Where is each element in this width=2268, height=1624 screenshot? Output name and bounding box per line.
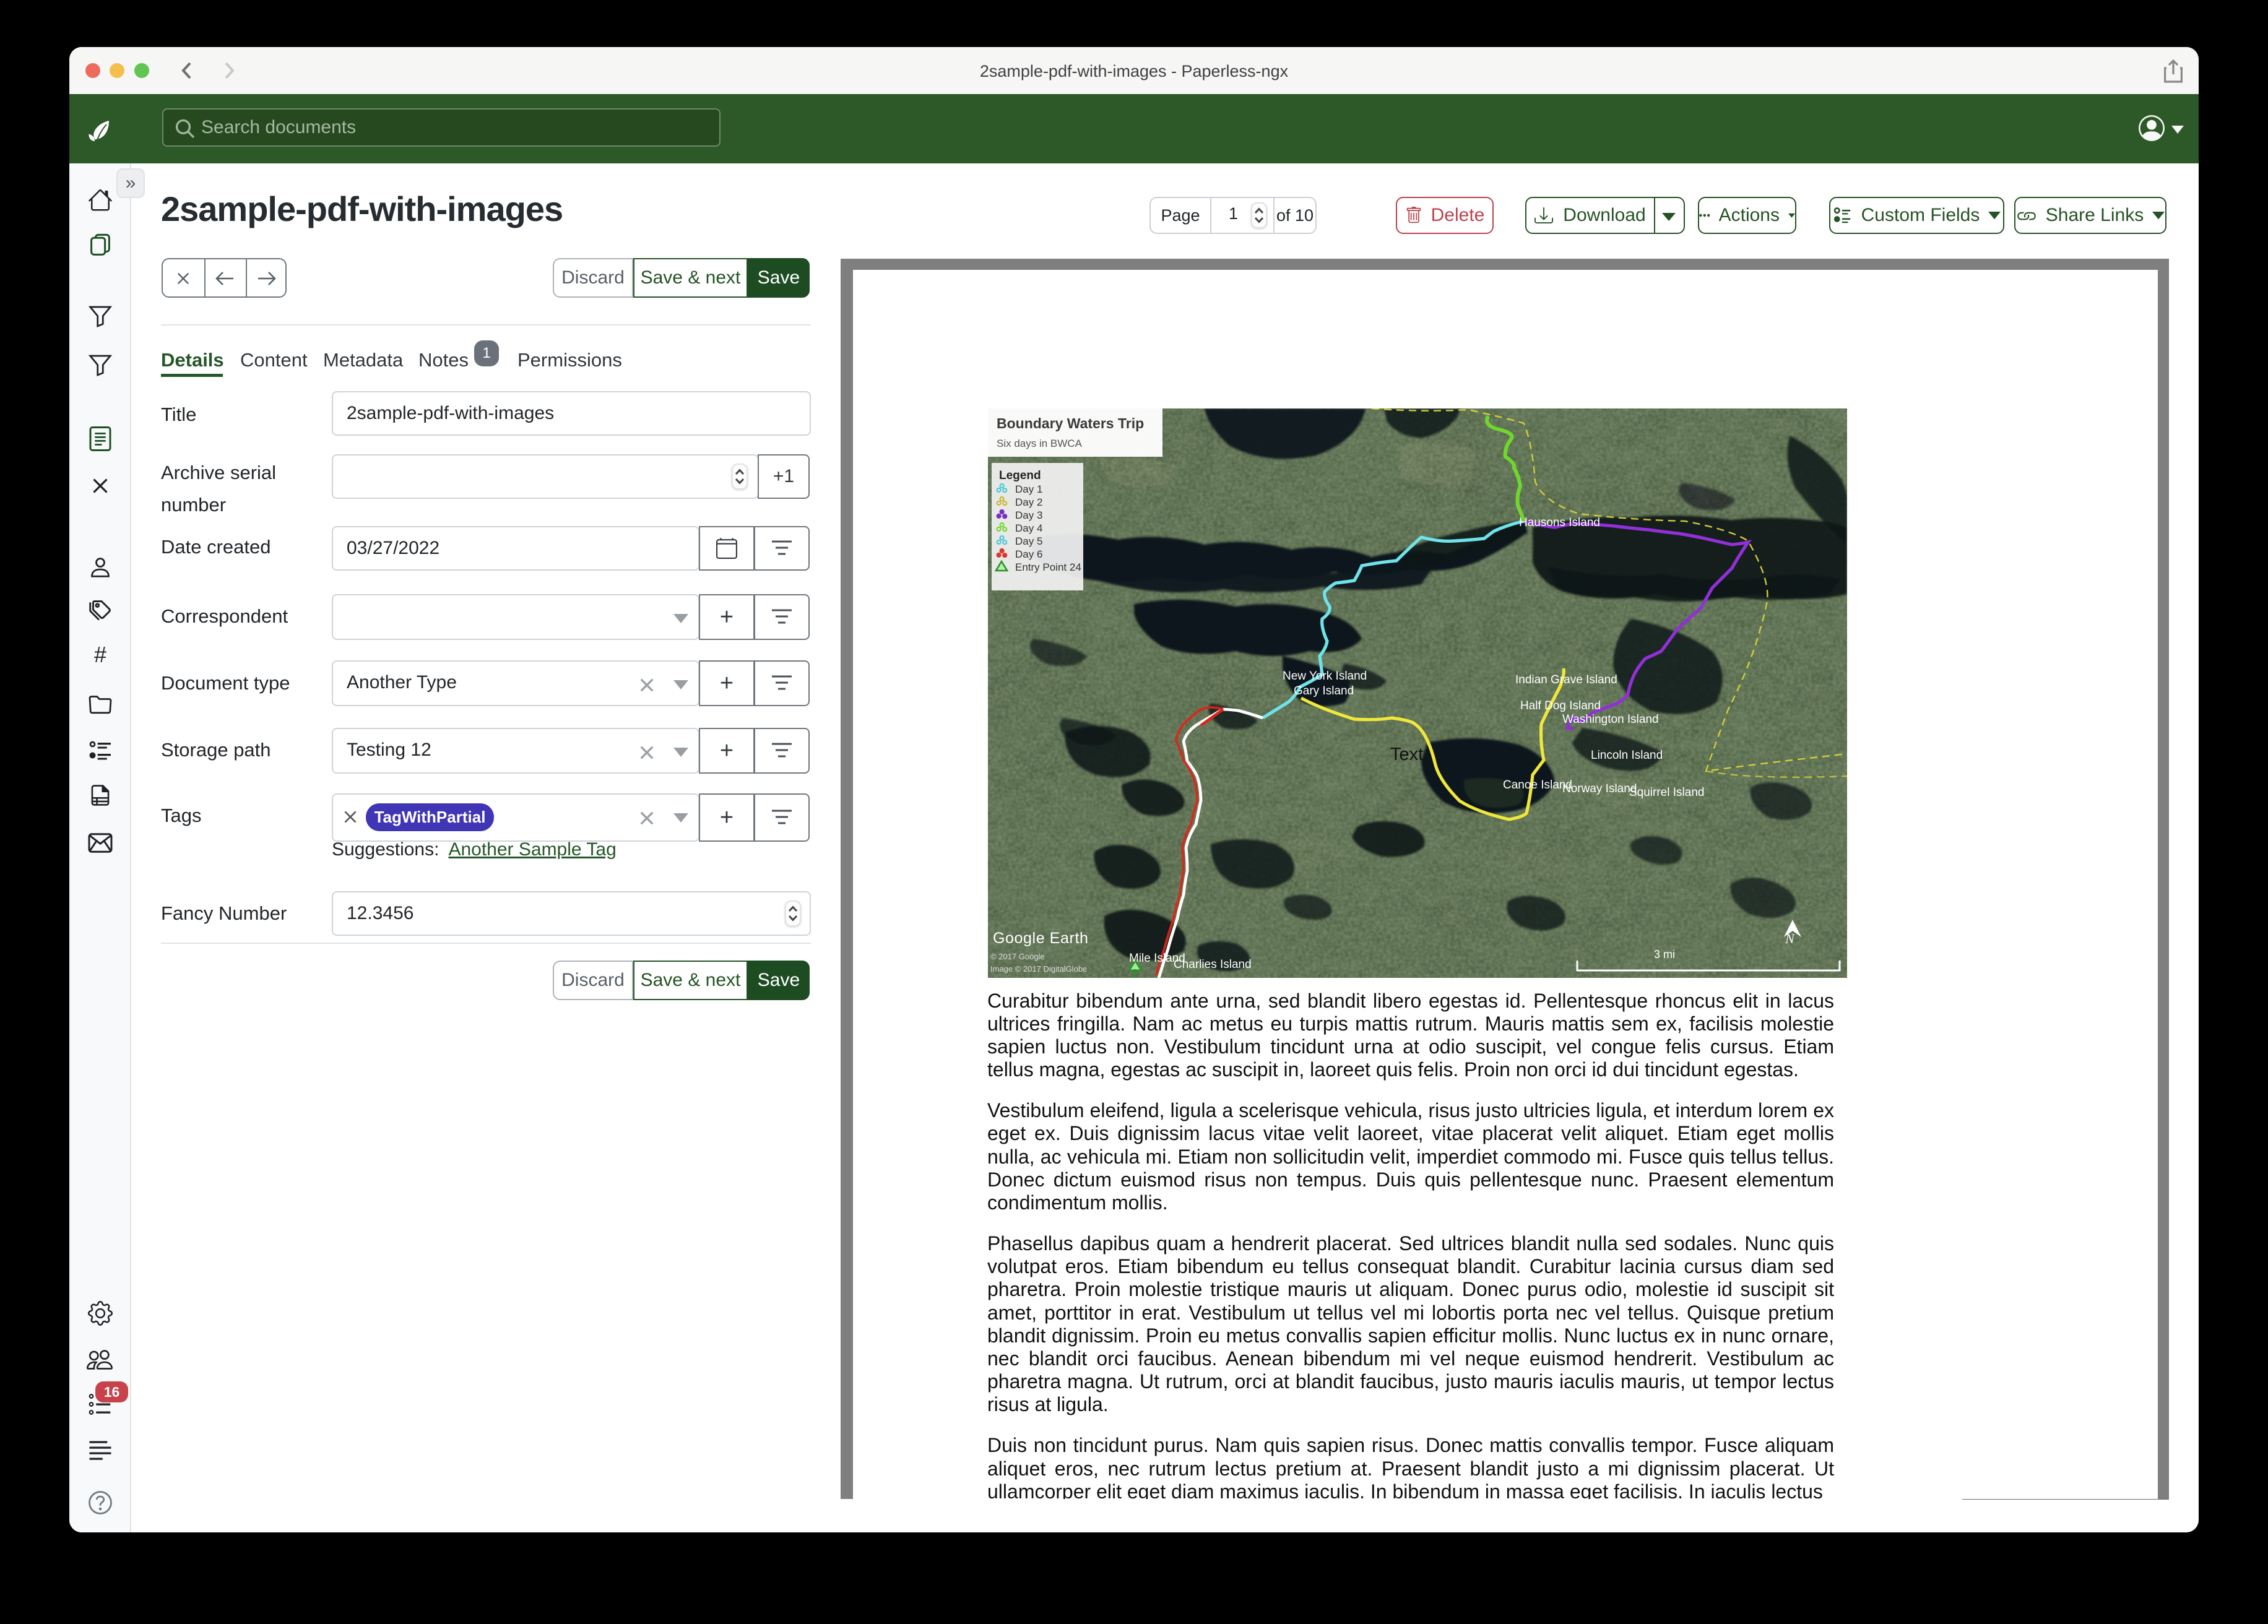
svg-text:Google Earth: Google Earth — [993, 930, 1089, 947]
svg-text:Charlies Island: Charlies Island — [1174, 958, 1252, 971]
svg-text:Legend: Legend — [999, 469, 1041, 482]
svg-text:Day 6: Day 6 — [1015, 548, 1042, 560]
svg-text:Half Dog Island: Half Dog Island — [1520, 699, 1601, 712]
svg-text:New York Island: New York Island — [1283, 670, 1367, 683]
svg-text:Image © 2017 DigitalGlobe: Image © 2017 DigitalGlobe — [990, 964, 1087, 974]
svg-text:Text: Text — [1390, 745, 1423, 764]
svg-text:Washington Island: Washington Island — [1562, 713, 1659, 726]
svg-text:Indian Grave Island: Indian Grave Island — [1515, 673, 1617, 686]
svg-text:N: N — [1785, 931, 1795, 946]
svg-text:Day 5: Day 5 — [1015, 535, 1042, 547]
svg-text:Boundary Waters Trip: Boundary Waters Trip — [997, 415, 1144, 431]
svg-text:Entry Point 24: Entry Point 24 — [1015, 561, 1081, 573]
svg-text:Six days in BWCA: Six days in BWCA — [997, 438, 1083, 449]
svg-text:3 mi: 3 mi — [1654, 948, 1675, 961]
svg-text:Day 3: Day 3 — [1015, 509, 1042, 521]
svg-text:Hausons Island: Hausons Island — [1519, 516, 1600, 529]
svg-text:Lincoln Island: Lincoln Island — [1591, 749, 1663, 762]
svg-text:Gary Island: Gary Island — [1294, 685, 1354, 698]
svg-text:Day 1: Day 1 — [1015, 483, 1042, 495]
svg-text:© 2017 Google: © 2017 Google — [990, 952, 1045, 961]
svg-text:Day 4: Day 4 — [1015, 522, 1042, 534]
svg-text:Squirrel Island: Squirrel Island — [1629, 786, 1704, 799]
svg-text:Norway Island: Norway Island — [1562, 782, 1637, 795]
svg-text:Day 2: Day 2 — [1015, 496, 1042, 508]
